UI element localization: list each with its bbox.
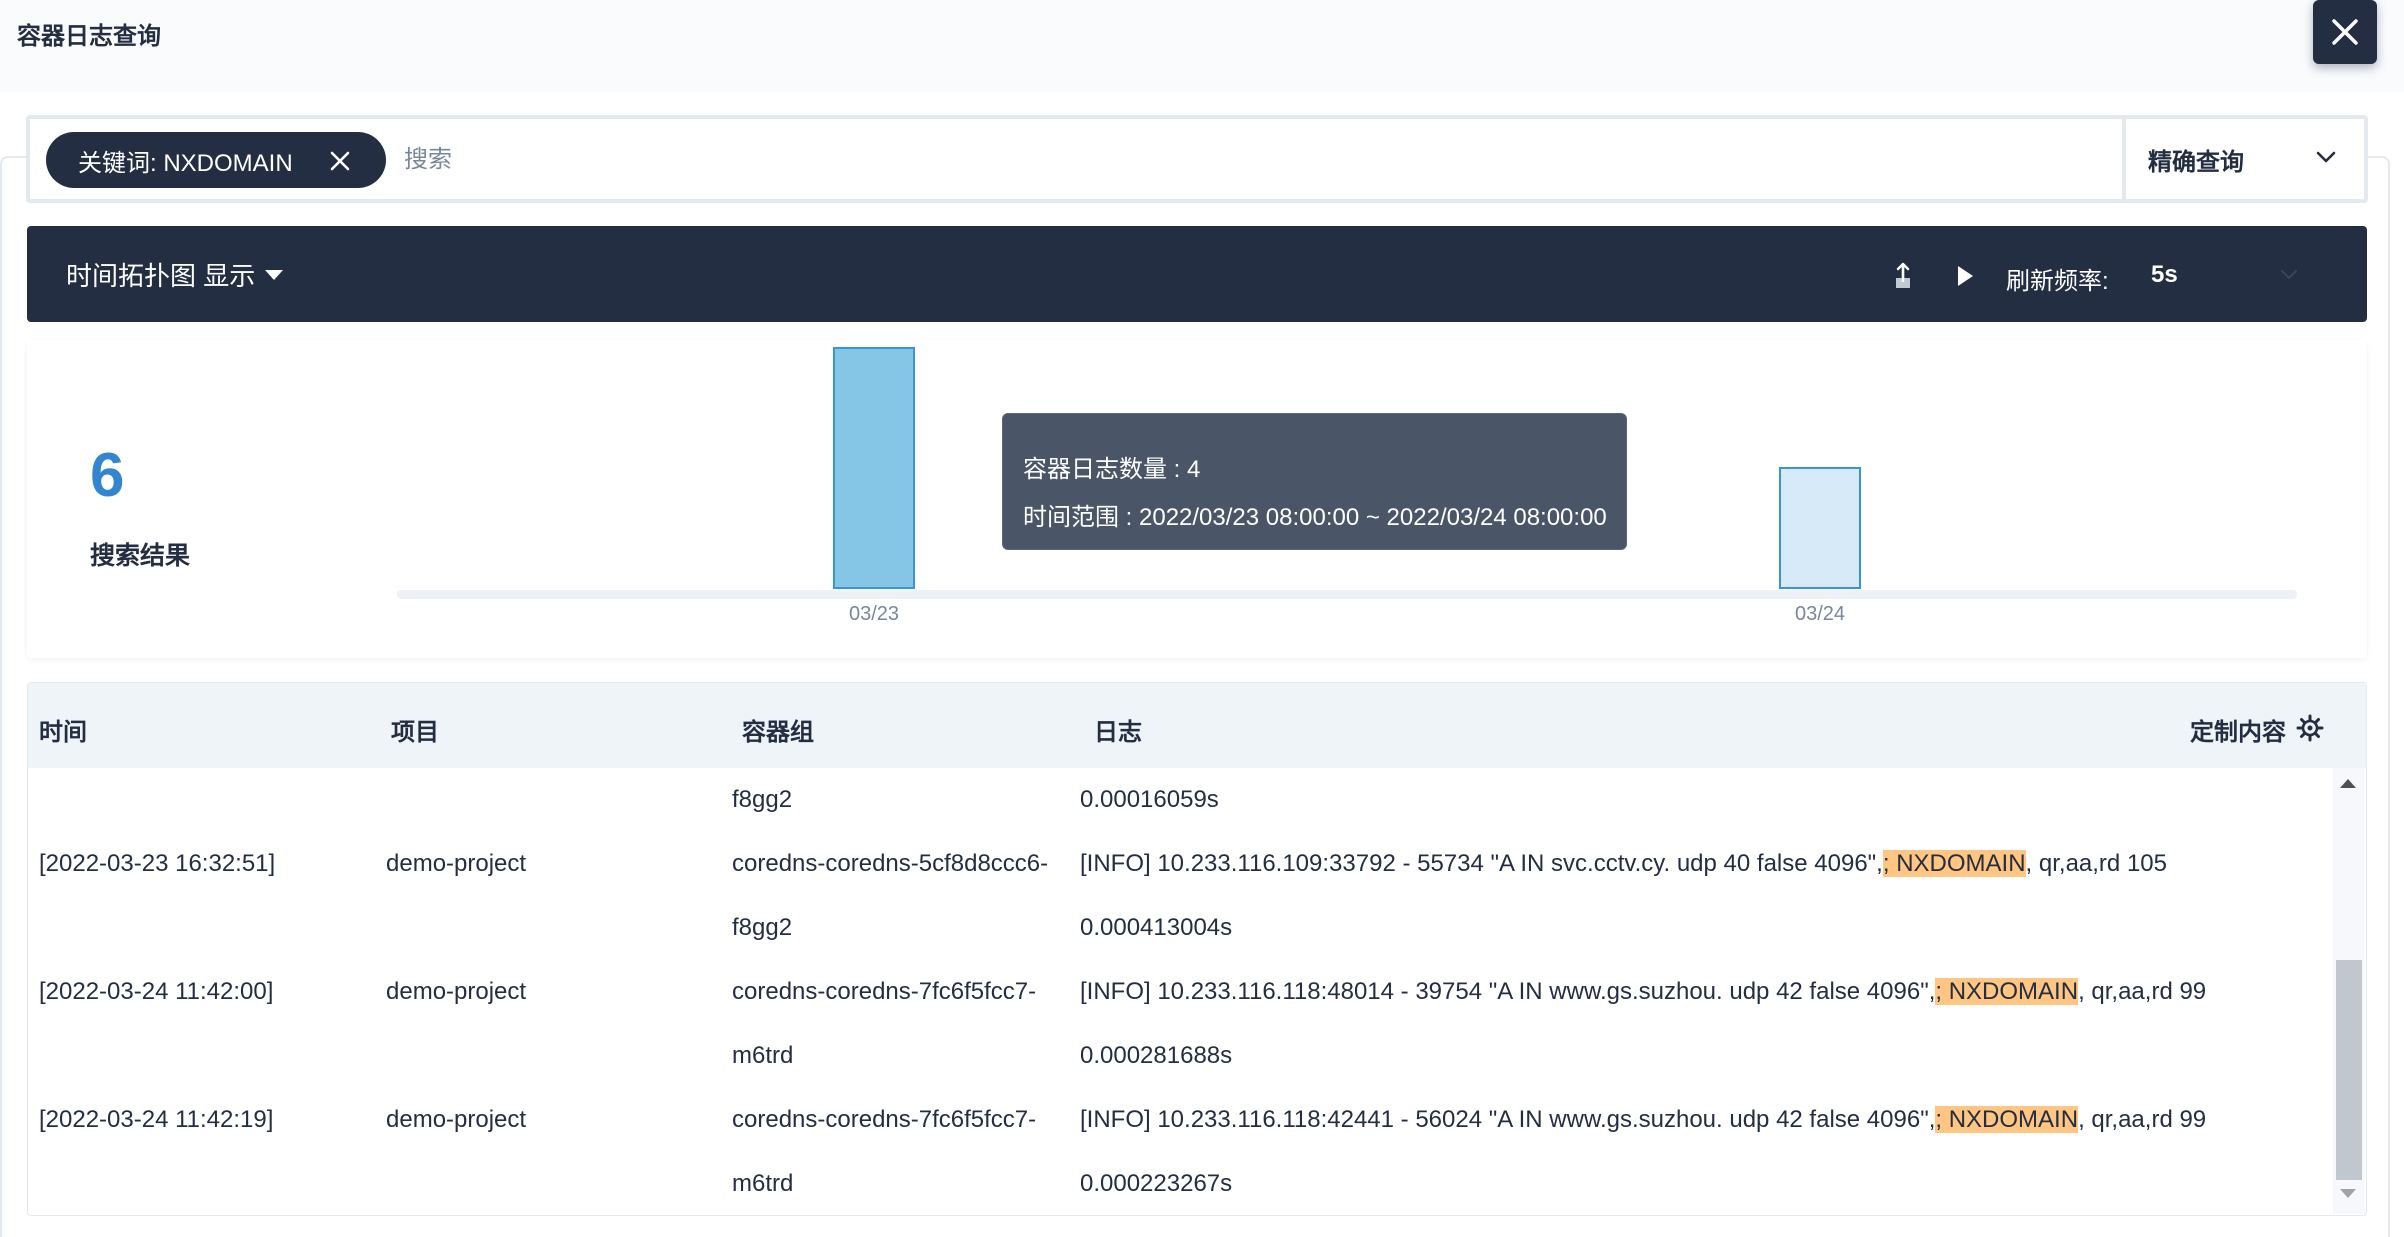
log-text-tail: , qr,aa,rd 105 bbox=[2025, 850, 2167, 877]
histogram-toggle[interactable]: 时间拓扑图 显示 bbox=[66, 256, 284, 293]
histogram-toggle-label: 时间拓扑图 显示 bbox=[66, 261, 256, 291]
log-text: [INFO] 10.233.116.109:33792 - 55734 "A I… bbox=[1080, 850, 1883, 877]
close-icon bbox=[2332, 19, 2358, 45]
histogram-bar[interactable] bbox=[833, 347, 915, 589]
table-cell-log-line2: 0.000281688s bbox=[1080, 1042, 1233, 1069]
table-cell-project: demo-project bbox=[386, 850, 527, 877]
log-text: [INFO] 10.233.116.118:48014 - 39754 "A I… bbox=[1080, 978, 1936, 1005]
table-cell-project: demo-project bbox=[386, 1106, 527, 1133]
table-cell-pod: coredns-coredns-7fc6f5fcc7- bbox=[732, 1106, 1037, 1133]
table-cell-time: [2022-03-24 11:42:00] bbox=[39, 978, 274, 1005]
dialog-header bbox=[0, 0, 2404, 92]
table-cell-log-line2: 0.000223267s bbox=[1080, 1170, 1233, 1197]
header-pod[interactable]: 容器组 bbox=[742, 712, 814, 747]
keyword-highlight: ; NXDOMAIN bbox=[1882, 850, 2026, 877]
table-cell-pod-line2: m6trd bbox=[732, 1170, 794, 1197]
header-project[interactable]: 项目 bbox=[391, 712, 439, 747]
table-cell-log: [INFO] 10.233.116.118:42441 - 56024 "A I… bbox=[1080, 1106, 2206, 1134]
header-custom[interactable]: 定制内容 bbox=[2190, 712, 2286, 747]
table-cell-pod-line2: m6trd bbox=[732, 1042, 794, 1069]
refresh-rate-label: 刷新频率: bbox=[2006, 268, 2109, 295]
x-tick-label: 03/24 bbox=[1795, 603, 1845, 625]
chart-axis-track bbox=[397, 590, 2297, 599]
header-log[interactable]: 日志 bbox=[1094, 712, 1142, 747]
table-cell-time: [2022-03-24 11:42:19] bbox=[39, 1106, 274, 1133]
table-cell-log: [INFO] 10.233.116.118:48014 - 39754 "A I… bbox=[1080, 978, 2206, 1006]
table-header bbox=[28, 683, 2366, 768]
keyword-highlight: ; NXDOMAIN bbox=[1935, 978, 2079, 1005]
close-button[interactable] bbox=[2313, 0, 2377, 64]
tag-close-icon[interactable] bbox=[328, 149, 352, 173]
chevron-down-icon bbox=[2316, 151, 2336, 163]
play-icon[interactable] bbox=[1955, 264, 1975, 288]
chart-tooltip: 容器日志数量 : 4 时间范围 : 2022/03/23 08:00:00 ~ … bbox=[1002, 413, 1627, 550]
scrollbar-thumb[interactable] bbox=[2336, 960, 2362, 1180]
scroll-down-icon[interactable] bbox=[2340, 1189, 2356, 1198]
query-mode-label: 精确查询 bbox=[2148, 148, 2244, 176]
keyword-tag-label: 关键词: NXDOMAIN bbox=[78, 149, 293, 177]
log-text-tail: , qr,aa,rd 99 bbox=[2078, 1106, 2207, 1133]
table-cell-log-partial: 0.00016059s bbox=[1080, 786, 1219, 813]
scroll-up-icon[interactable] bbox=[2340, 779, 2356, 788]
gear-icon[interactable] bbox=[2296, 714, 2324, 742]
tooltip-count: 容器日志数量 : 4 bbox=[1023, 456, 1201, 483]
caret-down-icon bbox=[265, 269, 284, 280]
table-cell-pod: coredns-coredns-7fc6f5fcc7- bbox=[732, 978, 1037, 1005]
result-count: 6 bbox=[90, 441, 125, 510]
log-text: [INFO] 10.233.116.118:42441 - 56024 "A I… bbox=[1080, 1106, 1936, 1133]
table-cell-pod: coredns-coredns-5cf8d8ccc6- bbox=[732, 850, 1049, 877]
search-input[interactable] bbox=[404, 140, 2104, 180]
refresh-rate-value[interactable]: 5s bbox=[2151, 261, 2178, 289]
keyword-highlight: ; NXDOMAIN bbox=[1935, 1106, 2079, 1133]
log-text-tail: , qr,aa,rd 99 bbox=[2078, 978, 2207, 1005]
table-cell-log-line2: 0.000413004s bbox=[1080, 914, 1233, 941]
table-cell-pod-line2: f8gg2 bbox=[732, 914, 793, 941]
tooltip-range: 时间范围 : 2022/03/23 08:00:00 ~ 2022/03/24 … bbox=[1023, 504, 1607, 531]
export-icon[interactable] bbox=[1893, 262, 1913, 290]
x-tick-label: 03/23 bbox=[849, 603, 899, 625]
table-cell-pod-partial: f8gg2 bbox=[732, 786, 793, 813]
table-cell-project: demo-project bbox=[386, 978, 527, 1005]
histogram-bar[interactable] bbox=[1779, 467, 1861, 589]
header-time[interactable]: 时间 bbox=[39, 712, 87, 747]
refresh-chevron-down-icon[interactable] bbox=[2279, 268, 2299, 282]
result-count-label: 搜索结果 bbox=[90, 542, 191, 570]
table-cell-log: [INFO] 10.233.116.109:33792 - 55734 "A I… bbox=[1080, 850, 2167, 878]
table-cell-time: [2022-03-23 16:32:51] bbox=[39, 850, 276, 877]
dialog-title: 容器日志查询 bbox=[17, 23, 161, 50]
